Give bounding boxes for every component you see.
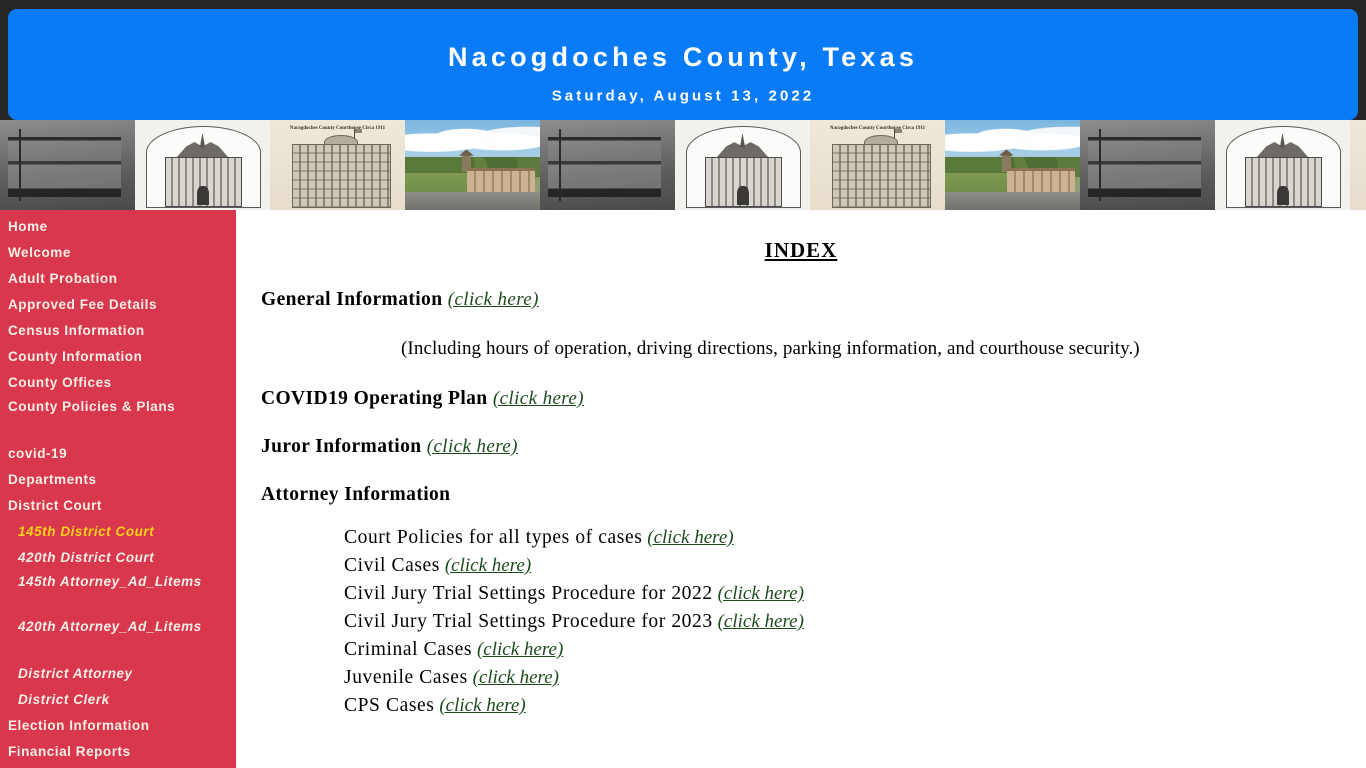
stone-courthouse-postcard: Nacogdoches County Courthouse Circa 1911: [810, 120, 945, 212]
list-item: Juvenile Cases (click here): [344, 664, 1366, 692]
cps-cases-link[interactable]: (click here): [439, 695, 525, 716]
court-policies-label: Court Policies for all types of cases: [344, 527, 643, 548]
juror-information-label: Juror Information: [261, 436, 422, 457]
sidebar-item-adult-probation[interactable]: Adult Probation: [0, 266, 236, 292]
sidebar-item-county-policies-plans[interactable]: County Policies & Plans: [0, 396, 236, 441]
victorian-courthouse-engraving: [675, 120, 810, 212]
sidebar-item-departments[interactable]: Departments: [0, 467, 236, 493]
page-title: Nacogdoches County, Texas: [447, 42, 919, 72]
attorney-information-heading: Attorney Information: [261, 484, 451, 505]
criminal-cases-label: Criminal Cases: [344, 639, 473, 660]
general-information-link[interactable]: (click here): [448, 289, 539, 310]
civil-jury-2022-link[interactable]: (click here): [718, 583, 804, 604]
page-root: Nacogdoches County, Texas Saturday, Augu…: [0, 0, 1366, 768]
general-information-note: (Including hours of operation, driving d…: [401, 338, 1140, 359]
old-wooden-storefront-photo: [540, 120, 675, 212]
main-content: INDEX General Information (click here) (…: [236, 210, 1366, 768]
general-information-section: General Information (click here): [261, 289, 1366, 311]
juror-information-section: Juror Information (click here): [261, 436, 1366, 458]
courthouse-photo-strip: Nacogdoches County Courthouse Circa 1911…: [0, 120, 1366, 212]
court-policies-link[interactable]: (click here): [647, 527, 733, 548]
sidebar-item-district-clerk[interactable]: District Clerk: [0, 687, 236, 713]
old-wooden-storefront-photo: [0, 120, 135, 212]
victorian-courthouse-engraving: [135, 120, 270, 212]
sidebar-item-election-information[interactable]: Election Information: [0, 713, 236, 739]
cps-cases-label: CPS Cases: [344, 695, 435, 716]
general-information-label: General Information: [261, 289, 443, 310]
victorian-courthouse-engraving: [1215, 120, 1350, 212]
attorney-information-case-list: Court Policies for all types of cases (c…: [344, 524, 1366, 720]
list-item: Criminal Cases (click here): [344, 636, 1366, 664]
list-item: CPS Cases (click here): [344, 692, 1366, 720]
civil-jury-2023-label: Civil Jury Trial Settings Procedure for …: [344, 611, 713, 632]
site-header-banner: Nacogdoches County, Texas Saturday, Augu…: [8, 9, 1358, 120]
covid19-operating-plan-section: COVID19 Operating Plan (click here): [261, 388, 1366, 410]
juvenile-cases-link[interactable]: (click here): [473, 667, 559, 688]
old-wooden-storefront-photo: [1080, 120, 1215, 212]
sidebar-item-145th-attorney-ad-litems[interactable]: 145th Attorney_Ad_Litems: [0, 571, 236, 616]
sidebar-item-county-information[interactable]: County Information: [0, 344, 236, 370]
juror-information-link[interactable]: (click here): [427, 436, 518, 457]
civil-jury-2022-label: Civil Jury Trial Settings Procedure for …: [344, 583, 713, 604]
civil-jury-2023-link[interactable]: (click here): [718, 611, 804, 632]
modern-courthouse-color-photo: [945, 120, 1080, 212]
stone-courthouse-postcard: Nacogdoches County Courthouse Circa 1911: [270, 120, 405, 212]
sidebar-item-financial-reports[interactable]: Financial Reports: [0, 739, 236, 765]
sidebar-item-district-attorney[interactable]: District Attorney: [0, 661, 236, 687]
sidebar-item-approved-fee-details[interactable]: Approved Fee Details: [0, 292, 236, 318]
juvenile-cases-label: Juvenile Cases: [344, 667, 468, 688]
covid19-operating-plan-link[interactable]: (click here): [493, 388, 584, 409]
sidebar-item-county-offices[interactable]: County Offices: [0, 370, 236, 396]
civil-cases-label: Civil Cases: [344, 555, 440, 576]
sidebar-item-home[interactable]: Home: [0, 214, 236, 240]
criminal-cases-link[interactable]: (click here): [477, 639, 563, 660]
postcard-caption: Nacogdoches County Courthouse Circa 1911: [1358, 125, 1366, 140]
covid19-operating-plan-label: COVID19 Operating Plan: [261, 388, 488, 409]
index-heading: INDEX: [764, 238, 838, 262]
list-item: Civil Jury Trial Settings Procedure for …: [344, 580, 1366, 608]
sidebar-navigation: Home Welcome Adult Probation Approved Fe…: [0, 210, 236, 768]
list-item: Civil Jury Trial Settings Procedure for …: [344, 608, 1366, 636]
sidebar-item-145th-district-court[interactable]: 145th District Court: [0, 519, 236, 545]
stone-courthouse-postcard: Nacogdoches County Courthouse Circa 1911: [1350, 120, 1366, 212]
sidebar-item-covid-19[interactable]: covid-19: [0, 441, 236, 467]
modern-courthouse-color-photo: [405, 120, 540, 212]
civil-cases-link[interactable]: (click here): [445, 555, 531, 576]
sidebar-item-district-court[interactable]: District Court: [0, 493, 236, 519]
sidebar-item-420th-attorney-ad-litems[interactable]: 420th Attorney_Ad_Litems: [0, 616, 236, 661]
sidebar-item-welcome[interactable]: Welcome: [0, 240, 236, 266]
list-item: Civil Cases (click here): [344, 552, 1366, 580]
list-item: Court Policies for all types of cases (c…: [344, 524, 1366, 552]
sidebar-item-census-information[interactable]: Census Information: [0, 318, 236, 344]
sidebar-item-420th-district-court[interactable]: 420th District Court: [0, 545, 236, 571]
current-date: Saturday, August 13, 2022: [551, 87, 815, 105]
